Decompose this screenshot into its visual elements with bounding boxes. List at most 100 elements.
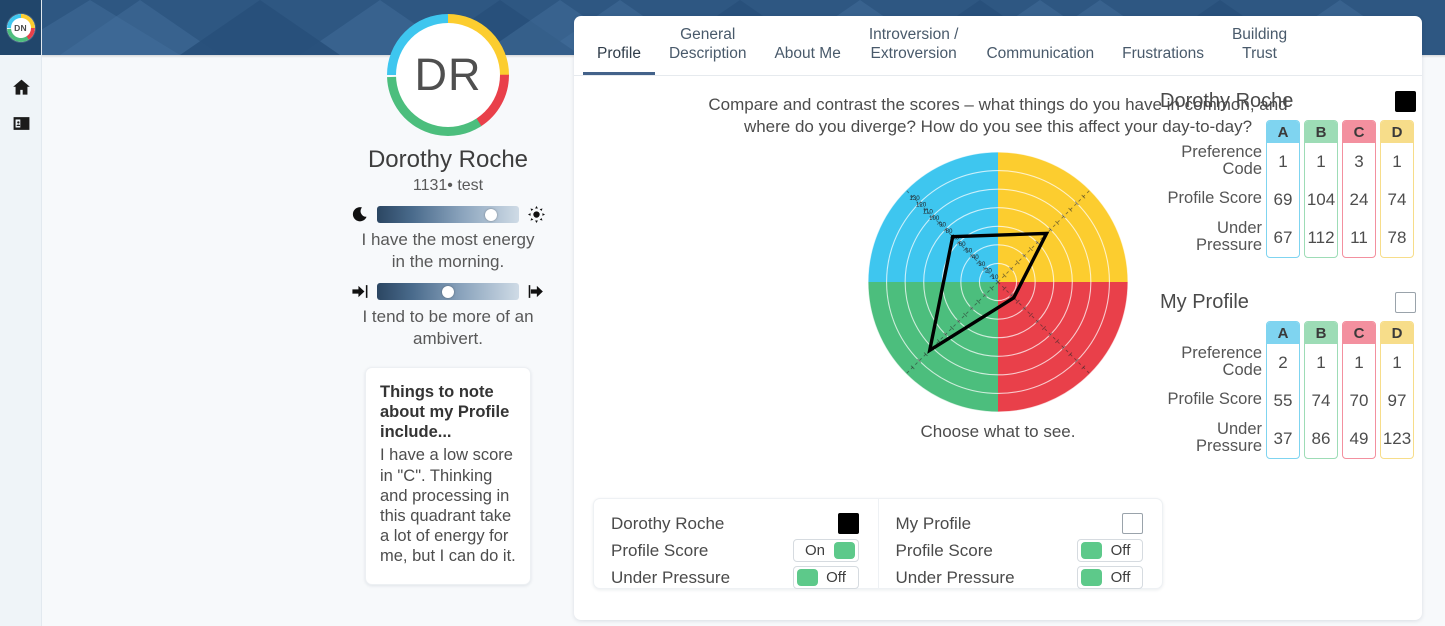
sidebar-item-profile-card[interactable]	[0, 105, 42, 141]
score-cell: 1	[1354, 353, 1364, 372]
chart-tick-label: 80	[946, 228, 953, 235]
toggle-knob-profile-score-left	[833, 542, 855, 559]
score-column-header: C	[1343, 322, 1375, 344]
rail-logo-area[interactable]: DN	[0, 0, 41, 55]
score-column-B: B 1 74 86	[1304, 321, 1338, 459]
tab-bar: Profile General Description About Me Introv…	[574, 16, 1422, 76]
introversion-slider[interactable]	[350, 283, 546, 301]
tab-about-me[interactable]: About Me	[760, 45, 854, 75]
tab-general-description[interactable]: General Description	[655, 26, 761, 75]
tab-communication[interactable]: Communication	[972, 45, 1108, 75]
toggle-profile-score-left[interactable]: On	[792, 539, 859, 562]
score-block-title: Dorothy Roche	[1160, 90, 1294, 112]
score-cell: 1	[1392, 152, 1402, 171]
score-row-label: Preference Code	[1181, 343, 1262, 379]
chart-tick-label: 30	[978, 261, 985, 268]
legend-swatch-left[interactable]	[837, 513, 859, 534]
score-cell: 1	[1316, 152, 1326, 171]
score-column-C: C 3 24 11	[1342, 120, 1376, 258]
chart-tick-label: 40	[972, 254, 979, 261]
tab-introversion-extroversion[interactable]: Introversion / Extroversion	[855, 26, 973, 75]
energy-slider[interactable]	[350, 206, 546, 224]
logo-initials: DN	[14, 22, 27, 33]
score-column-A: A 1 69 67	[1266, 120, 1300, 258]
legend-name-left: Dorothy Roche	[611, 513, 725, 533]
legend-row-under-pressure-right: Under Pressure Off	[895, 564, 1143, 591]
tab-building-trust[interactable]: Building Trust	[1218, 26, 1301, 75]
score-block-dorothy-roche: Dorothy Roche Preference Code Profile Scor…	[1160, 90, 1432, 258]
chart-tick-label: 130	[909, 195, 920, 202]
tab-frustrations[interactable]: Frustrations	[1108, 45, 1218, 75]
score-row-label: Preference Code	[1181, 142, 1262, 178]
sun-icon	[527, 206, 546, 224]
energy-slider-knob[interactable]	[484, 208, 497, 221]
score-cell: 112	[1307, 228, 1335, 247]
note-card-title: Things to note about my Profile include.…	[380, 383, 510, 441]
legend-panel: Dorothy Roche Profile Score On Under Pre…	[593, 498, 1163, 589]
score-column: Dorothy Roche Preference Code Profile Scor…	[1160, 90, 1432, 459]
arrow-in-icon	[350, 283, 369, 300]
score-column-header: D	[1381, 322, 1413, 344]
score-column-B: B 1 104 112	[1304, 120, 1338, 258]
tab-profile[interactable]: Profile	[583, 45, 655, 75]
toggle-knob-under-pressure-left	[796, 569, 818, 586]
toggle-under-pressure-left[interactable]: Off	[792, 566, 859, 589]
profile-subtitle: 1131• test	[412, 177, 484, 195]
score-cell: 104	[1306, 190, 1336, 209]
legend-label-under-pressure-left: Under Pressure	[611, 567, 731, 587]
score-cell: 70	[1349, 391, 1369, 410]
chart-tick-label: 90	[939, 222, 946, 229]
score-cell: 37	[1273, 429, 1293, 448]
score-row-labels: Preference Code Profile Score Under Pressu…	[1160, 321, 1266, 459]
introversion-slider-track[interactable]	[377, 283, 519, 301]
score-row-label: Under Pressure	[1195, 419, 1262, 455]
toggle-knob-profile-score-right	[1081, 542, 1102, 559]
sidebar-item-home[interactable]	[0, 69, 42, 105]
toggle-state-profile-score-left: On	[804, 542, 825, 559]
score-column-header: C	[1343, 121, 1375, 143]
note-card: Things to note about my Profile include.…	[365, 367, 531, 586]
home-icon	[12, 79, 30, 95]
legend-label-under-pressure-right: Under Pressure	[895, 567, 1015, 587]
toggle-knob-under-pressure-right	[1081, 569, 1102, 586]
toggle-profile-score-right[interactable]: Off	[1077, 539, 1143, 562]
toggle-under-pressure-right[interactable]: Off	[1077, 566, 1143, 589]
logo-initials-hole: DN	[11, 18, 30, 37]
score-table: Preference Code Profile Score Under Pressu…	[1160, 120, 1432, 258]
score-columns: A 1 69 67 B 1 104 112 C 3 24 11 D 1 74 78	[1266, 120, 1414, 258]
introversion-slider-knob[interactable]	[442, 285, 454, 298]
score-block-title: My Profile	[1160, 291, 1249, 313]
score-row-labels: Preference Code Profile Score Under Pressu…	[1160, 120, 1266, 258]
score-cell: 78	[1387, 228, 1407, 247]
introversion-slider-caption: I tend to be more of an ambivert.	[362, 307, 534, 348]
moon-icon	[350, 206, 369, 223]
toggle-state-under-pressure-right: Off	[1110, 569, 1131, 586]
score-column-C: C 1 70 49	[1342, 321, 1376, 459]
legend-row-profile-score-right: Profile Score Off	[896, 537, 1143, 564]
score-column-header: B	[1305, 322, 1337, 344]
legend-swatch-right[interactable]	[1122, 513, 1143, 534]
score-block-header: Dorothy Roche	[1160, 90, 1432, 113]
note-card-body: I have a low score in "C". Thinking and …	[380, 446, 516, 566]
score-cell: 1	[1316, 353, 1326, 372]
app-root: DN DR Dorothy Roche 1131• test I have th…	[0, 0, 1445, 626]
score-block-swatch[interactable]	[1395, 292, 1416, 313]
legend-name-right: My Profile	[895, 513, 972, 533]
score-columns: A 2 55 37 B 1 74 86 C 1 70 49 D 1 97 123	[1266, 321, 1414, 459]
score-cell: 2	[1278, 353, 1288, 372]
legend-title-row-left: Dorothy Roche	[611, 510, 859, 537]
score-block-swatch[interactable]	[1395, 91, 1416, 112]
score-row-label: Profile Score	[1167, 390, 1262, 409]
score-column-header: A	[1267, 121, 1299, 143]
arrow-out-icon	[527, 283, 546, 300]
chart-tick-label: 20	[985, 268, 992, 275]
legend-label-profile-score-left: Profile Score	[611, 540, 709, 560]
energy-slider-track[interactable]	[377, 206, 519, 224]
chart-tick-label: 120	[916, 202, 927, 209]
chart-tick-label: 110	[923, 208, 933, 215]
score-row-label: Under Pressure	[1195, 218, 1262, 254]
profile-column: DR Dorothy Roche 1131• test I have the m…	[300, 0, 596, 626]
profile-name: Dorothy Roche	[367, 146, 529, 173]
app-logo[interactable]: DN	[6, 13, 35, 42]
score-cell: 11	[1350, 228, 1368, 247]
